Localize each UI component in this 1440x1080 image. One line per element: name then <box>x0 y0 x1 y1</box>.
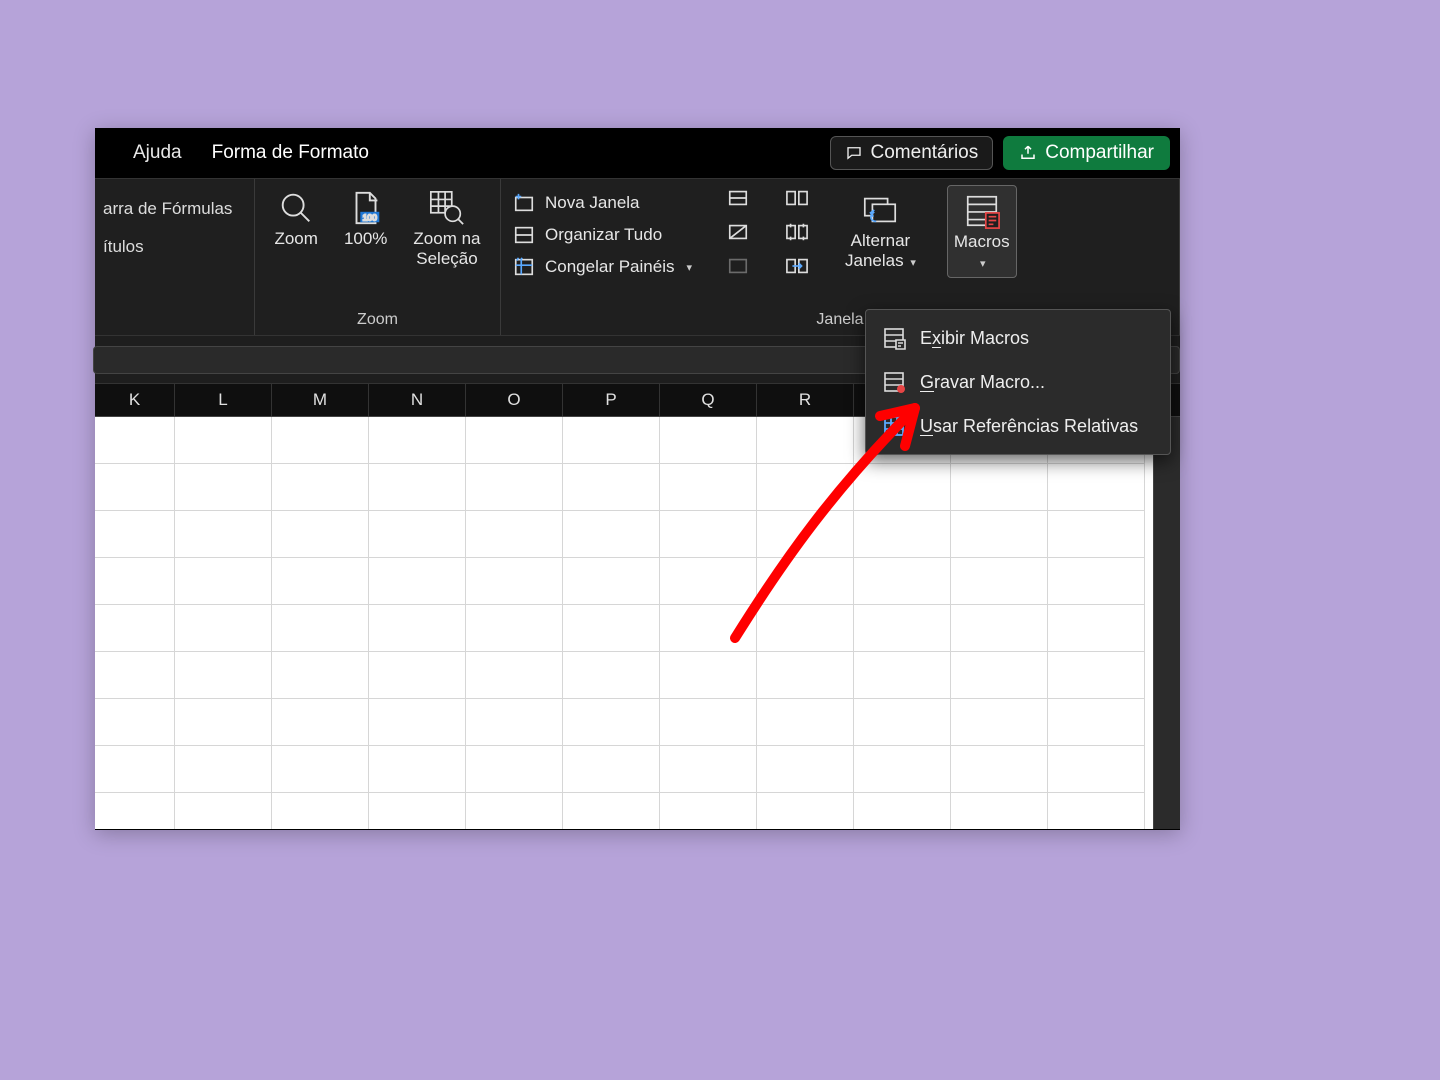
macros-icon <box>963 192 1001 230</box>
view-macros-icon <box>882 326 906 350</box>
arrange-all-button[interactable]: Organizar Tudo <box>509 221 696 249</box>
ribbon-tab-bar: Ajuda Forma de Formato Comentários Compa… <box>95 128 1180 178</box>
zoom-100-button[interactable]: 100 100% <box>338 185 393 253</box>
share-icon <box>1019 144 1037 162</box>
group-show-label <box>103 329 246 331</box>
page-100-icon: 100 <box>347 189 385 227</box>
comment-icon <box>845 144 863 162</box>
freeze-panes-icon <box>513 256 535 278</box>
group-zoom-label: Zoom <box>263 311 492 331</box>
column-header[interactable]: M <box>272 384 369 416</box>
formula-bar-checkbox-label[interactable]: arra de Fórmulas <box>103 199 232 219</box>
column-header[interactable]: P <box>563 384 660 416</box>
zoom-button[interactable]: Zoom <box>268 185 323 253</box>
column-header[interactable]: K <box>95 384 175 416</box>
macros-dropdown: Exibir Macros Gravar Macro... Usar Refer… <box>865 309 1171 455</box>
tab-help[interactable]: Ajuda <box>131 136 184 170</box>
record-macro-item[interactable]: Gravar Macro... <box>866 360 1170 404</box>
comments-button[interactable]: Comentários <box>830 136 994 170</box>
zoom-selection-button[interactable]: Zoom naSeleção <box>407 185 486 274</box>
magnifier-icon <box>277 189 315 227</box>
column-header[interactable]: L <box>175 384 272 416</box>
tab-format-shape[interactable]: Forma de Formato <box>210 136 371 170</box>
record-macro-icon <box>882 370 906 394</box>
new-window-icon <box>513 192 535 214</box>
switch-windows-icon <box>861 191 899 229</box>
excel-window: Ajuda Forma de Formato Comentários Compa… <box>95 128 1180 830</box>
sync-scroll-button[interactable] <box>784 219 810 245</box>
svg-text:100: 100 <box>362 212 377 222</box>
column-header[interactable]: Q <box>660 384 757 416</box>
spreadsheet-grid[interactable] <box>95 417 1180 829</box>
reset-window-button[interactable] <box>784 253 810 279</box>
split-button[interactable] <box>725 185 751 211</box>
share-label: Compartilhar <box>1045 142 1154 164</box>
column-header[interactable]: N <box>369 384 466 416</box>
arrange-all-icon <box>513 224 535 246</box>
use-relative-refs-item[interactable]: Usar Referências Relativas <box>866 404 1170 448</box>
view-side-by-side-button[interactable] <box>784 185 810 211</box>
freeze-panes-button[interactable]: Congelar Painéis ▾ <box>509 253 696 281</box>
unhide-button[interactable] <box>725 253 751 279</box>
relative-refs-icon <box>882 414 906 438</box>
new-window-button[interactable]: Nova Janela <box>509 189 696 217</box>
view-macros-item[interactable]: Exibir Macros <box>866 316 1170 360</box>
share-button[interactable]: Compartilhar <box>1003 136 1170 170</box>
column-header[interactable]: R <box>757 384 854 416</box>
headings-checkbox-label[interactable]: ítulos <box>103 237 232 257</box>
comments-label: Comentários <box>871 142 979 164</box>
chevron-down-icon: ▾ <box>686 261 692 274</box>
hide-button[interactable] <box>725 219 751 245</box>
macros-button[interactable]: Macros▾ <box>947 185 1017 278</box>
column-header[interactable]: O <box>466 384 563 416</box>
switch-windows-button[interactable]: AlternarJanelas ▾ <box>839 185 922 276</box>
zoom-selection-icon <box>428 189 466 227</box>
